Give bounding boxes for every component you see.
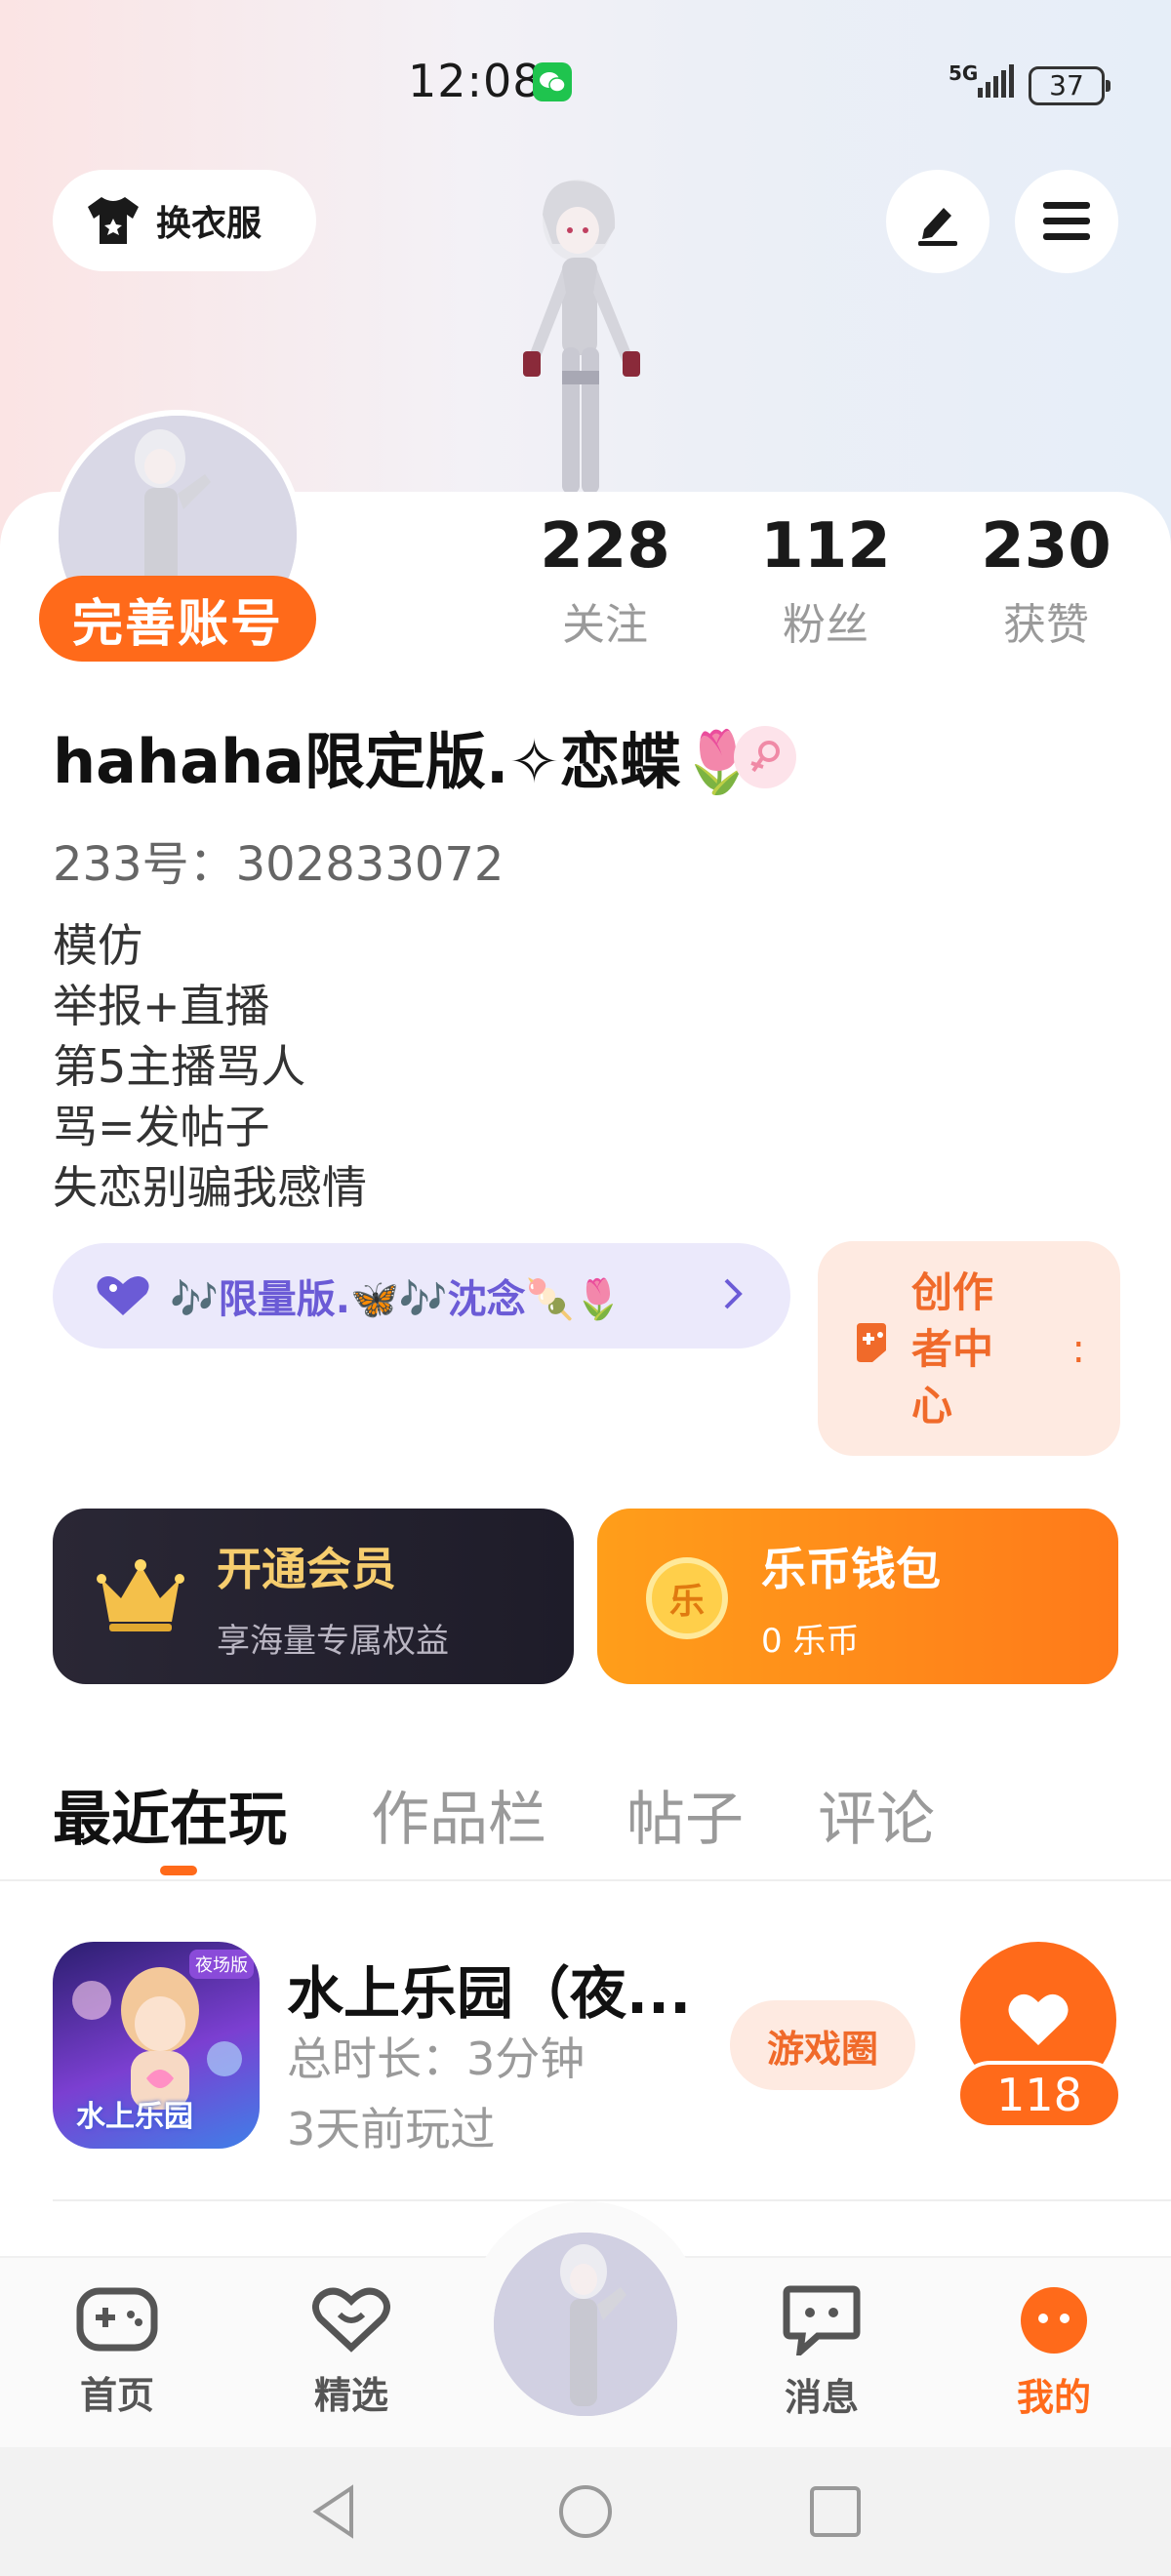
change-outfit-label: 换衣服: [156, 204, 262, 244]
coin-icon: 乐: [646, 1557, 728, 1639]
game-last-played: 3天前玩过: [287, 2103, 496, 2155]
recents-square-icon[interactable]: [806, 2482, 865, 2541]
nav-messages[interactable]: 消息: [744, 2285, 900, 2421]
nav-profile[interactable]: 我的: [976, 2285, 1132, 2421]
game-circle-button[interactable]: 游戏圈: [730, 2000, 915, 2090]
stat-followers-value: 112: [760, 510, 891, 583]
nickname: hahaha限定版.✧恋蝶🌷: [53, 726, 756, 797]
profile-tabs: 最近在玩 作品栏 帖子 评论: [0, 1756, 1171, 1881]
tab-recently-played[interactable]: 最近在玩: [53, 1772, 287, 1857]
crown-icon: [97, 1559, 184, 1631]
bio-line: 模仿: [53, 919, 142, 972]
heart-smile-icon: [312, 2287, 390, 2353]
bio-line: 第5主播骂人: [53, 1040, 306, 1093]
battery-indicator: 37: [1029, 66, 1110, 105]
profile-face-icon: [1021, 2287, 1087, 2354]
network-type: 5G: [949, 61, 979, 85]
nav-home[interactable]: 首页: [39, 2285, 195, 2419]
heart-icon: [1008, 1993, 1069, 2045]
gamepad-icon: [76, 2287, 158, 2352]
vip-subtitle: 享海量专属权益: [217, 1622, 449, 1661]
bio-line: 举报+直播: [53, 980, 270, 1032]
home-circle-icon[interactable]: [556, 2482, 615, 2541]
active-tab-indicator: [160, 1866, 197, 1875]
menu-button[interactable]: [1015, 170, 1118, 273]
stat-likes-value: 230: [981, 510, 1111, 583]
creator-center-label: 创作者中心: [911, 1268, 994, 1429]
game-play-duration: 总时长：3分钟: [287, 2033, 586, 2085]
chevron-right-icon: [724, 1278, 743, 1309]
tshirt-icon: [88, 197, 139, 244]
list-divider: [53, 2199, 1171, 2201]
nav-featured[interactable]: 精选: [273, 2285, 429, 2419]
bio-line: 骂=发帖子: [53, 1101, 270, 1153]
tab-posts[interactable]: 帖子: [626, 1772, 744, 1857]
wallet-title: 乐币钱包: [761, 1543, 941, 1595]
nav-center-avatar-button[interactable]: [494, 2233, 677, 2416]
game-icon-caption: 水上乐园: [76, 2100, 193, 2134]
creator-more-indicator: :: [1071, 1327, 1085, 1372]
stat-following-value: 228: [540, 510, 670, 583]
list-item[interactable]: 夜场版 水上乐园 水上乐园（夜... 总时长：3分钟 3天前玩过 游戏圈 118: [53, 1942, 1126, 2156]
wechat-notification-icon: [533, 62, 572, 101]
stat-following[interactable]: 228 关注: [507, 507, 703, 652]
vip-membership-card[interactable]: 开通会员 享海量专属权益: [53, 1509, 574, 1684]
edit-profile-button[interactable]: [886, 170, 989, 273]
tab-comments[interactable]: 评论: [818, 1772, 935, 1857]
creator-gamepad-icon: [857, 1323, 886, 1362]
stat-followers[interactable]: 112 粉丝: [728, 507, 923, 652]
game-icon-badge: 夜场版: [189, 1950, 254, 1979]
game-title: 水上乐园（夜...: [287, 1960, 692, 2027]
vip-title: 开通会员: [217, 1543, 396, 1595]
status-time: 12:08: [408, 55, 543, 107]
avatar-character-figure: [523, 180, 640, 494]
stat-following-label: 关注: [562, 600, 648, 650]
wallet-balance: 0 乐币: [761, 1622, 860, 1661]
like-count: 118: [956, 2061, 1122, 2129]
chat-bubble-icon: [783, 2285, 861, 2360]
bio: 模仿 举报+直播 第5主播骂人 骂=发帖子 失恋别骗我感情: [53, 915, 367, 1218]
coin-wallet-card[interactable]: 乐 乐币钱包 0 乐币: [597, 1509, 1118, 1684]
purple-heart-icon: [97, 1276, 149, 1315]
creator-center-button[interactable]: 创作者中心 :: [818, 1241, 1120, 1456]
profile-music-pill[interactable]: 🎶限量版.🦋🎶沈念🍡🌷: [53, 1243, 790, 1348]
bio-line: 失恋别骗我感情: [53, 1161, 367, 1214]
pen-icon: [918, 208, 957, 246]
nav-profile-label: 我的: [1016, 2376, 1091, 2419]
stat-likes-label: 获赞: [1003, 600, 1089, 650]
coin-char: 乐: [668, 1582, 705, 1622]
center-avatar-figure: [494, 2233, 677, 2416]
stat-followers-label: 粉丝: [783, 600, 868, 650]
stat-likes[interactable]: 230 获赞: [949, 507, 1144, 652]
tab-works[interactable]: 作品栏: [371, 1772, 546, 1857]
complete-account-badge[interactable]: 完善账号: [39, 576, 316, 662]
nav-home-label: 首页: [79, 2374, 154, 2417]
hamburger-menu-icon: [1043, 202, 1090, 240]
change-outfit-button[interactable]: 换衣服: [53, 170, 316, 271]
nav-messages-label: 消息: [784, 2376, 859, 2419]
status-bar: 12:08 5G 37: [0, 55, 1171, 113]
user-id: 233号：302833072: [53, 837, 505, 892]
game-icon[interactable]: 夜场版 水上乐园: [53, 1942, 260, 2149]
female-gender-icon: [734, 726, 796, 788]
nav-featured-label: 精选: [313, 2374, 388, 2417]
system-navigation-bar: [0, 2447, 1171, 2576]
back-icon[interactable]: [306, 2482, 365, 2541]
signal-icon: [978, 64, 1014, 98]
profile-music-text: 🎶限量版.🦋🎶沈念🍡🌷: [170, 1277, 624, 1322]
